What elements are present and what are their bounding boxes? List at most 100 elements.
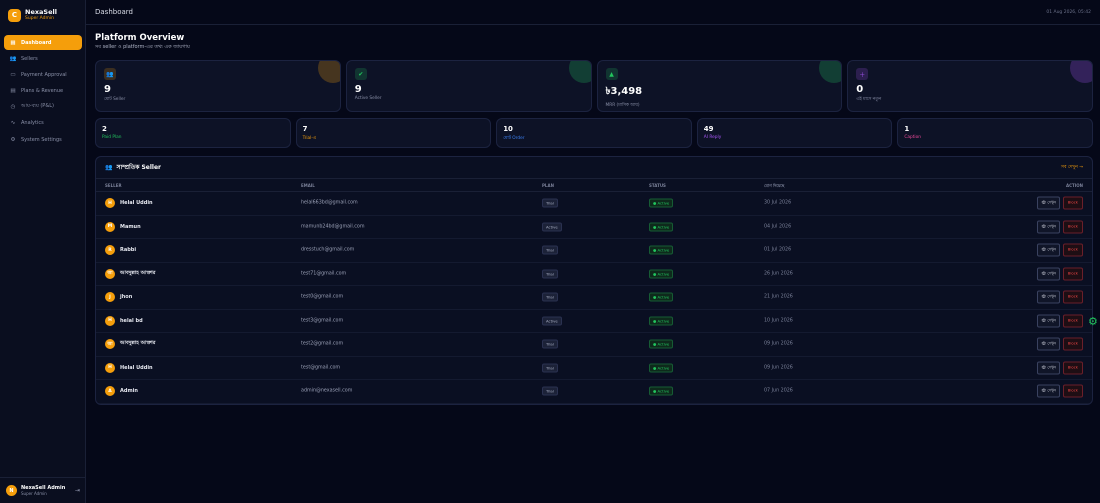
view-button[interactable]: 👁 দেখুন (1037, 267, 1060, 281)
brand-logo-icon: C (8, 8, 21, 22)
column-header: EMAIL (301, 183, 315, 188)
mini-stat-card[interactable]: 49 AI Reply (696, 118, 893, 148)
table-row: H Helal Uddin test@gmail.com Trial ● Active 0… (96, 357, 1092, 380)
column-header: ACTION (1066, 183, 1083, 188)
stat-icon: 👥 (104, 68, 116, 80)
table-row: H Helal Uddin helal663bd@gmail.com Trial ● A… (96, 192, 1092, 216)
status-badge: ● Active (649, 316, 674, 326)
view-button[interactable]: 👁 দেখুন (1037, 384, 1060, 398)
seller-cell: Jjhon (105, 292, 132, 303)
view-button[interactable]: 👁 দেখুন (1037, 361, 1060, 375)
sidebar-item-label: আয়-ব্যয় (P&L) (21, 103, 54, 110)
stat-card[interactable]: ＋ 0 এই মাসে নতুন (847, 60, 1093, 112)
avatar: M (105, 221, 115, 232)
stat-label: Active Seller (354, 96, 382, 101)
table-header: SELLER EMAIL PLAN STATUS যোগ দিয়েছে ACTION (96, 179, 1092, 192)
view-button[interactable]: 👁 দেখুন (1037, 337, 1060, 351)
block-button[interactable]: Block (1062, 337, 1083, 351)
sidebar-user: N NexaSell Admin Super Admin ⇥ (0, 477, 86, 503)
joined-date: 04 Jul 2026 (764, 224, 792, 230)
row-actions: 👁 দেখুন Block (1037, 361, 1083, 375)
view-button[interactable]: 👁 দেখুন (1037, 220, 1060, 234)
mini-stat-label: AI Reply (703, 135, 722, 140)
status-badge: ● Active (649, 245, 674, 255)
mini-stat-card[interactable]: 1 Caption (897, 118, 1093, 148)
seller-email: test2@gmail.com (301, 341, 344, 347)
avatar: N (6, 485, 17, 496)
stat-card[interactable]: ✔ 9 Active Seller (345, 60, 592, 112)
settings-gear-icon[interactable]: ⚙ (1088, 315, 1098, 328)
block-button[interactable]: Block (1062, 361, 1083, 375)
sidebar-item-sellers[interactable]: 👥 Sellers (4, 51, 82, 66)
brand[interactable]: C NexaSell Super Admin (8, 8, 57, 22)
table-row: আ আবদুল্লাহ আক্তার test2@gmail.com Trial ● A… (96, 333, 1092, 357)
stat-icon: ＋ (856, 68, 869, 80)
sidebar-item-label: Analytics (21, 120, 44, 127)
seller-email: admin@nexasell.com (301, 388, 353, 394)
mini-stat-card[interactable]: 7 Trial-এ (295, 118, 492, 148)
seller-cell: আ আবদুল্লাহ আক্তার (105, 268, 156, 279)
stat-card[interactable]: ▲ ৳3,498 MRR (মাসিক আয়) (596, 60, 843, 112)
seller-cell: M Mamun (105, 221, 141, 232)
decorative-blob (819, 61, 842, 83)
recent-sellers-card: 👥 সাম্প্রতিক Seller সব দেখুন → SELLER EMA… (95, 156, 1093, 405)
sidebar-item-system-settings[interactable]: ⚙ System Settings (4, 132, 82, 147)
block-button[interactable]: Block (1062, 290, 1083, 304)
mini-stat-value: 7 (302, 125, 308, 133)
topbar-date: 01 Aug 2026, 05:42 (1046, 9, 1091, 15)
block-button[interactable]: Block (1062, 220, 1083, 234)
sidebar-item-label: Dashboard (21, 39, 52, 46)
block-button[interactable]: Block (1062, 243, 1083, 257)
seller-cell: R Rabbi (105, 245, 136, 256)
stat-card[interactable]: 👥 9 মোট Seller (95, 60, 341, 112)
status-badge: ● Active (649, 386, 674, 396)
block-button[interactable]: Block (1062, 196, 1083, 210)
view-all-link[interactable]: সব দেখুন → (1061, 164, 1083, 171)
seller-name: Helal Uddin (120, 364, 153, 371)
joined-date: 09 Jun 2026 (764, 341, 793, 347)
avatar: H (105, 315, 115, 326)
status-badge: ● Active (649, 222, 674, 232)
stat-label: এই মাসে নতুন (856, 97, 882, 102)
analytics-icon: ∿ (10, 120, 16, 127)
column-header: PLAN (542, 183, 554, 188)
recent-sellers-title: সাম্প্রতিক Seller (116, 164, 162, 171)
view-button[interactable]: 👁 দেখুন (1037, 290, 1060, 304)
logout-icon[interactable]: ⇥ (75, 487, 80, 494)
seller-email: helal663bd@gmail.com (301, 200, 358, 206)
seller-name: Helal Uddin (120, 200, 153, 207)
mini-stat-card[interactable]: 2 Paid Plan (95, 118, 291, 148)
mini-stat-card[interactable]: 10 মোট Order (496, 118, 692, 148)
status-badge: ● Active (649, 269, 674, 279)
sidebar-nav: ▦ Dashboard 👥 Sellers ▭ Payment Approval ▤ Plan… (4, 35, 82, 148)
topbar: Dashboard 01 Aug 2026, 05:42 (86, 0, 1100, 25)
status-badge: ● Active (649, 292, 674, 302)
view-button[interactable]: 👁 দেখুন (1037, 243, 1060, 257)
view-button[interactable]: 👁 দেখুন (1037, 314, 1060, 328)
block-button[interactable]: Block (1062, 267, 1083, 281)
overview-title: Platform Overview (95, 33, 185, 43)
sidebar-item-label: Plans & Revenue (21, 88, 64, 95)
joined-date: 30 Jul 2026 (764, 200, 792, 206)
seller-cell: H Helal Uddin (105, 362, 153, 373)
sidebar-item-plans-revenue[interactable]: ▤ Plans & Revenue (4, 84, 82, 99)
sidebar-item-label: Payment Approval (21, 71, 67, 78)
sellers-icon: 👥 (9, 55, 17, 62)
block-button[interactable]: Block (1062, 384, 1083, 398)
seller-email: dresstuch@gmail.com (301, 247, 355, 253)
brand-name: NexaSell (25, 8, 57, 16)
seller-email: test@gmail.com (301, 365, 341, 371)
block-button[interactable]: Block (1062, 314, 1083, 328)
sidebar-item-p-l[interactable]: ◷ আয়-ব্যয় (P&L) (4, 100, 82, 115)
view-button[interactable]: 👁 দেখুন (1037, 196, 1060, 210)
stat-label: MRR (মাসিক আয়) (605, 103, 640, 108)
sidebar-item-payment-approval[interactable]: ▭ Payment Approval (4, 67, 82, 82)
seller-email: test0@gmail.com (301, 294, 344, 300)
plan-badge: Trial (542, 198, 558, 208)
stat-cards: 👥 9 মোট Seller ✔ 9 Active Seller ▲ ৳3,498 MRR (ম… (95, 60, 1093, 112)
sidebar-item-analytics[interactable]: ∿ Analytics (4, 116, 82, 131)
stat-value: 0 (856, 84, 864, 95)
row-actions: 👁 দেখুন Block (1037, 337, 1083, 351)
sidebar-item-dashboard[interactable]: ▦ Dashboard (4, 35, 82, 50)
seller-name: Mamun (120, 223, 141, 230)
